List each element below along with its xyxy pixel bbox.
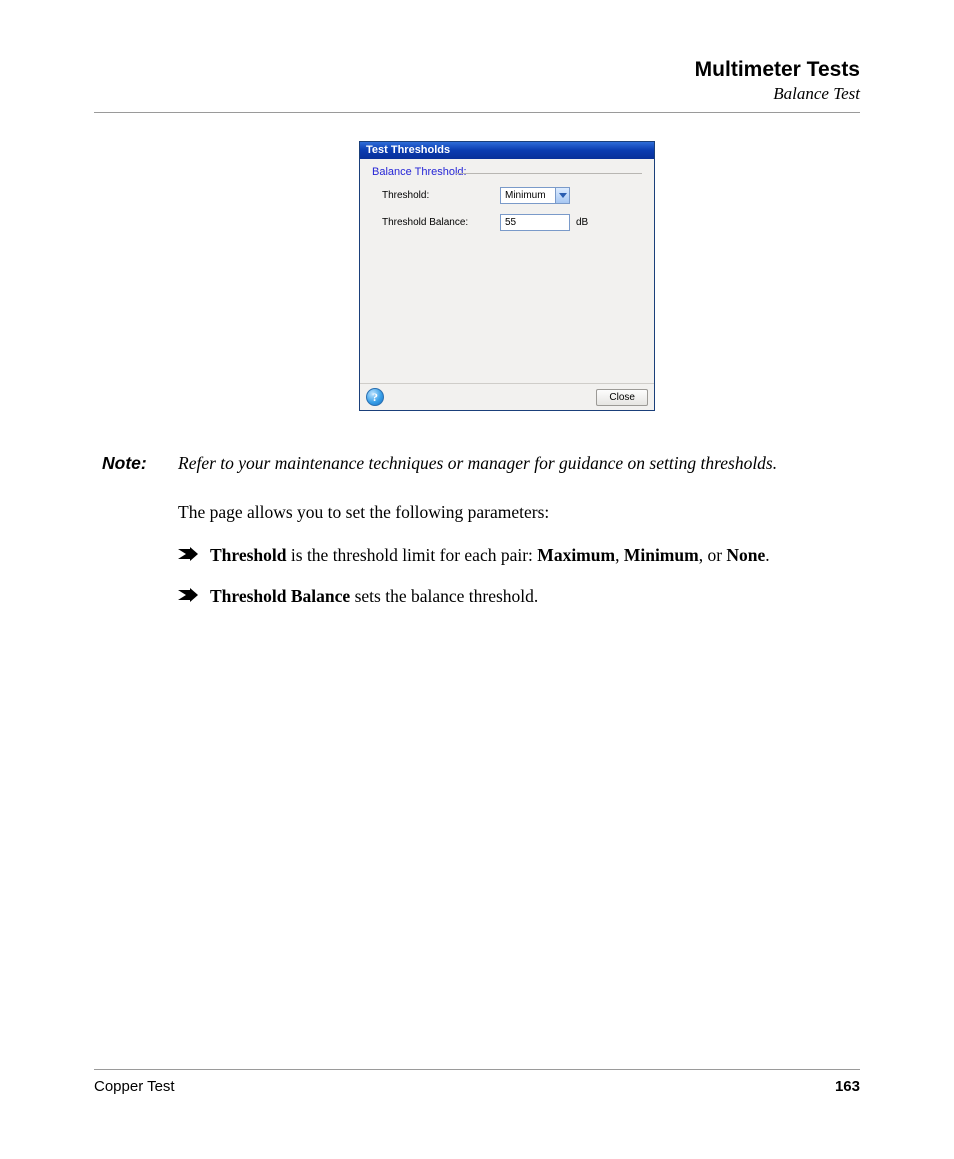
page-footer: Copper Test 163 — [94, 1069, 860, 1095]
bullet-sep: , or — [699, 545, 727, 565]
bullet-opt: Maximum — [537, 545, 615, 565]
threshold-select[interactable]: Minimum — [500, 187, 570, 204]
bullet-sep: , — [615, 545, 624, 565]
page-number: 163 — [835, 1078, 860, 1095]
bullet-opt: None — [726, 545, 765, 565]
note-text: Refer to your maintenance techniques or … — [178, 451, 777, 476]
bullet-lead: Threshold — [210, 545, 287, 565]
dialog-title: Test Thresholds — [366, 144, 450, 156]
arrow-icon — [178, 547, 198, 561]
test-thresholds-dialog: Test Thresholds Balance Threshold: Thres… — [359, 141, 655, 411]
help-icon[interactable]: ? — [366, 388, 384, 406]
bullet-opt: Minimum — [624, 545, 699, 565]
close-button[interactable]: Close — [596, 389, 648, 406]
page-header: Multimeter Tests Balance Test — [94, 58, 860, 104]
list-item: Threshold Balance sets the balance thres… — [178, 584, 860, 609]
threshold-balance-input[interactable]: 55 — [500, 214, 570, 231]
bullet-lead: Threshold Balance — [210, 586, 350, 606]
list-item: Threshold is the threshold limit for eac… — [178, 543, 860, 568]
intro-paragraph: The page allows you to set the following… — [178, 500, 860, 525]
threshold-row: Threshold: Minimum — [376, 187, 638, 204]
threshold-balance-unit: dB — [576, 217, 588, 228]
chevron-down-icon[interactable] — [555, 188, 569, 203]
group-rule — [456, 173, 642, 174]
threshold-select-value: Minimum — [501, 190, 555, 201]
header-title: Multimeter Tests — [94, 58, 860, 82]
footer-left: Copper Test — [94, 1078, 175, 1095]
dialog-footer: ? Close — [360, 383, 654, 410]
figure-container: Test Thresholds Balance Threshold: Thres… — [94, 141, 860, 411]
arrow-icon — [178, 588, 198, 602]
note-label: Note: — [102, 451, 178, 476]
header-subtitle: Balance Test — [94, 84, 860, 104]
bullet-tail: . — [765, 545, 769, 565]
group-legend: Balance Threshold: — [370, 166, 469, 178]
threshold-balance-label: Threshold Balance: — [376, 217, 500, 228]
note-block: Note: Refer to your maintenance techniqu… — [178, 451, 860, 476]
threshold-label: Threshold: — [376, 190, 500, 201]
dialog-body: Balance Threshold: Threshold: Minimum Th… — [360, 159, 654, 383]
dialog-titlebar: Test Thresholds — [360, 142, 654, 159]
parameter-list: Threshold is the threshold limit for eac… — [178, 543, 860, 609]
threshold-balance-row: Threshold Balance: 55 dB — [376, 214, 638, 231]
bullet-text: sets the balance threshold. — [350, 586, 538, 606]
bullet-text: is the threshold limit for each pair: — [287, 545, 538, 565]
threshold-balance-value: 55 — [505, 217, 516, 228]
body-text: Note: Refer to your maintenance techniqu… — [94, 451, 860, 608]
header-rule — [94, 112, 860, 113]
balance-threshold-group: Balance Threshold: Threshold: Minimum Th… — [368, 167, 646, 377]
footer-rule — [94, 1069, 860, 1070]
